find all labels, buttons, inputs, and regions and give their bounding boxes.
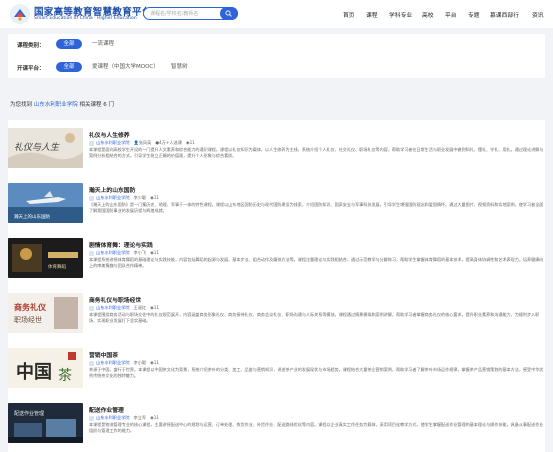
nav-universities[interactable]: 高校	[422, 10, 434, 19]
category-option-first-class[interactable]: 一流课程	[92, 39, 114, 49]
school-icon	[89, 360, 94, 366]
course-meta: 山东水利职业学院 👤张凤英 ●4万+人选课 ◉11	[89, 140, 195, 146]
filter-panel: 课程类别： 全部 一流课程 开课平台： 全部 爱课程（中国大学MOOC） 智慧树	[8, 34, 545, 78]
course-description: 《瀚天上的山东国防》是一门集历史、地理、军事于一体的特色课程。课程以山东地区国防…	[89, 202, 544, 213]
nav-disciplines[interactable]: 学科专业	[389, 10, 412, 19]
course-meta: 山东水利职业学院 王淑红 ◉11	[89, 305, 159, 311]
course-enroll: 4万+人选课	[158, 140, 182, 145]
course-item[interactable]: 礼仪与人生 礼仪与人生修养 山东水利职业学院 👤张凤英 ●4万+人选课 ◉11 …	[8, 120, 545, 175]
course-description: 本课程系统讲授体育舞蹈的基础理论与实践技能，内容包括舞蹈的起源与发展、基本步法、…	[89, 257, 544, 268]
course-school[interactable]: 山东水利职业学院	[96, 140, 130, 145]
course-title[interactable]: 配送作业管理	[89, 405, 124, 414]
course-title[interactable]: 营销中国茶	[89, 350, 118, 359]
course-views: 11	[153, 415, 160, 420]
course-school[interactable]: 山东水利职业学院	[96, 415, 130, 420]
course-description: 茶源于中国，盛行于世界。本课程以中国茶文化为背景，系统介绍茶叶的分类、加工、品鉴…	[89, 367, 544, 378]
platform-option-zhihuishu[interactable]: 智慧树	[171, 62, 188, 72]
search-box	[143, 7, 238, 20]
course-views: 11	[153, 305, 160, 310]
nav-topics[interactable]: 专题	[468, 10, 480, 19]
svg-text:配送作业管理: 配送作业管理	[14, 410, 44, 417]
course-thumbnail[interactable]: 体育舞蹈	[8, 238, 83, 278]
course-views: 11	[153, 360, 160, 365]
course-teacher: 李小聪	[133, 360, 147, 365]
course-thumbnail[interactable]: 瀚天上的山东国防	[8, 183, 83, 223]
school-icon	[89, 415, 94, 421]
svg-text:瀚天上的山东国防: 瀚天上的山东国防	[14, 213, 50, 220]
search-button[interactable]	[220, 7, 238, 20]
category-option-all[interactable]: 全部	[56, 39, 82, 49]
result-unit: 门	[108, 102, 115, 108]
course-teacher: 李少聪	[133, 195, 147, 200]
search-input[interactable]	[150, 9, 218, 19]
course-thumbnail[interactable]: 礼仪与人生	[8, 128, 83, 168]
course-description: 本课程是物流管理专业的核心课程，主要讲授配送中心的规划与运营、订单处理、拣货作业…	[89, 422, 544, 433]
course-school[interactable]: 山东水利职业学院	[96, 250, 130, 255]
svg-text:职场经世: 职场经世	[14, 315, 42, 324]
course-meta: 山东水利职业学院 李小飞 ◉11	[89, 250, 159, 256]
school-icon	[89, 140, 94, 146]
result-count: 6	[103, 102, 107, 108]
course-title[interactable]: 瀚天上的山东国防	[89, 185, 135, 194]
course-teacher: 王淑红	[133, 305, 147, 310]
course-item[interactable]: 中国 茶 营销中国茶 山东水利职业学院 李小聪 ◉11 茶源于中国，盛行于世界。…	[8, 340, 545, 395]
result-prefix: 为您找到	[10, 102, 33, 108]
nav-news[interactable]: 资讯	[532, 10, 544, 19]
course-title[interactable]: 剧情体育舞：理论与实践	[89, 240, 153, 249]
logo-icon[interactable]	[10, 4, 30, 24]
school-icon	[89, 195, 94, 201]
school-icon	[89, 305, 94, 311]
course-views: 11	[153, 250, 160, 255]
result-middle: 相关课程	[79, 102, 102, 108]
nav-home[interactable]: 首页	[343, 10, 355, 19]
svg-text:茶: 茶	[58, 368, 72, 384]
category-filter-label: 课程类别：	[17, 43, 45, 49]
course-meta: 山东水利职业学院 李立军 ◉11	[89, 415, 159, 421]
nav-mooc-west[interactable]: 慕课西部行	[490, 10, 519, 19]
course-views: 11	[189, 140, 195, 145]
svg-text:中国: 中国	[16, 361, 52, 383]
svg-text:礼仪与人生: 礼仪与人生	[14, 142, 60, 153]
platform-option-all[interactable]: 全部	[56, 62, 82, 72]
course-item[interactable]: 瀚天上的山东国防 瀚天上的山东国防 山东水利职业学院 李少聪 ◉11 《瀚天上的…	[8, 175, 545, 230]
course-teacher: 李小飞	[133, 250, 147, 255]
school-icon	[89, 250, 94, 256]
course-thumbnail[interactable]: 商务礼仪 职场经世	[8, 293, 83, 333]
course-item[interactable]: 体育舞蹈 剧情体育舞：理论与实践 山东水利职业学院 李小飞 ◉11 本课程系统讲…	[8, 230, 545, 285]
course-meta: 山东水利职业学院 李小聪 ◉11	[89, 360, 159, 366]
course-teacher: 张凤英	[138, 140, 152, 145]
course-title[interactable]: 商务礼仪与职场经世	[89, 295, 141, 304]
course-list: 礼仪与人生 礼仪与人生修养 山东水利职业学院 👤张凤英 ●4万+人选课 ◉11 …	[8, 120, 545, 452]
course-thumbnail[interactable]: 配送作业管理	[8, 403, 83, 443]
platform-filter-label: 开课平台：	[17, 66, 45, 72]
course-meta: 山东水利职业学院 李少聪 ◉11	[89, 195, 159, 201]
nav-platforms[interactable]: 平台	[445, 10, 457, 19]
course-description: 本课程围绕商务活动与职场交往中的礼仪规范展开，内容涵盖商务形象礼仪、商务接待礼仪…	[89, 312, 540, 323]
course-views: 11	[153, 195, 160, 200]
svg-text:商务礼仪: 商务礼仪	[14, 302, 47, 312]
course-title[interactable]: 礼仪与人生修养	[89, 130, 130, 139]
search-result-summary: 为您找到 山东水利职业学院 相关课程 6 门	[10, 100, 114, 108]
svg-text:体育舞蹈: 体育舞蹈	[48, 263, 66, 270]
course-school[interactable]: 山东水利职业学院	[96, 360, 130, 365]
nav-courses[interactable]: 课程	[366, 10, 378, 19]
course-teacher: 李立军	[133, 415, 147, 420]
course-item[interactable]: 商务礼仪 职场经世 商务礼仪与职场经世 山东水利职业学院 王淑红 ◉11 本课程…	[8, 285, 545, 340]
course-description: 本课程是面向高校学生开设的一门提升人文素养和综合能力的通识课程。课程以礼仪知识为…	[89, 147, 544, 158]
course-item[interactable]: 配送作业管理 配送作业管理 山东水利职业学院 李立军 ◉11 本课程是物流管理专…	[8, 395, 545, 450]
platform-logo-subtitle: Smart Education of China · Higher Educat…	[34, 16, 137, 21]
course-school[interactable]: 山东水利职业学院	[96, 195, 130, 200]
search-icon	[225, 10, 232, 17]
platform-option-icourse[interactable]: 爱课程（中国大学MOOC）	[92, 62, 159, 72]
top-header: 国家高等教育智慧教育平台 Smart Education of China · …	[0, 0, 553, 28]
course-school[interactable]: 山东水利职业学院	[96, 305, 130, 310]
course-thumbnail[interactable]: 中国 茶	[8, 348, 83, 388]
result-keyword: 山东水利职业学院	[33, 102, 78, 108]
